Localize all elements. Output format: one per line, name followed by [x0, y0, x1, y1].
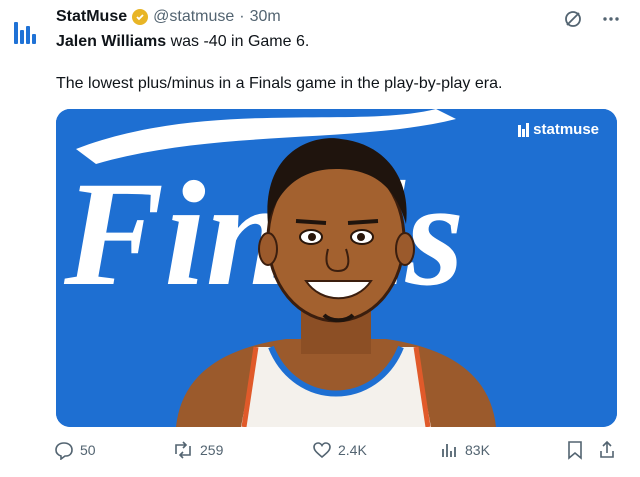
tweet-header: StatMuse @statmuse · 30m: [56, 6, 281, 28]
media-image[interactable]: Finals: [56, 109, 617, 427]
account-name[interactable]: StatMuse: [56, 8, 127, 26]
more-icon[interactable]: [600, 8, 622, 30]
action-bar: 50 259 2.4K 83K: [54, 440, 614, 464]
repost-button[interactable]: 259: [172, 440, 223, 460]
tweet: StatMuse @statmuse · 30m Jalen Williams …: [0, 0, 640, 477]
views-button[interactable]: 83K: [439, 440, 490, 460]
avatar[interactable]: [8, 10, 42, 44]
statmuse-watermark: statmuse: [518, 121, 599, 138]
bookmark-icon: [566, 440, 584, 460]
reply-count: 50: [80, 442, 96, 458]
repost-icon: [172, 440, 194, 460]
repost-count: 259: [200, 442, 224, 458]
top-actions: [562, 8, 622, 30]
account-handle[interactable]: @statmuse: [153, 8, 234, 26]
tweet-text-rest: was -40 in Game 6.: [166, 33, 310, 50]
statmuse-brand-text: statmuse: [533, 121, 599, 138]
share-button[interactable]: [598, 440, 616, 460]
like-button[interactable]: 2.4K: [312, 440, 367, 460]
tweet-text-line1: Jalen Williams was -40 in Game 6.: [56, 33, 309, 51]
tweet-text-line2: The lowest plus/minus in a Finals game i…: [56, 75, 503, 92]
player-name: Jalen Williams: [56, 33, 167, 50]
statmuse-logo-icon: [518, 122, 530, 137]
views-count: 83K: [465, 442, 490, 458]
share-icon: [598, 440, 616, 460]
views-icon: [439, 440, 459, 460]
grok-icon[interactable]: [562, 8, 584, 30]
reply-icon: [54, 440, 74, 460]
bookmark-button[interactable]: [566, 440, 584, 460]
reply-button[interactable]: 50: [54, 440, 96, 460]
like-count: 2.4K: [338, 442, 367, 458]
timestamp[interactable]: 30m: [250, 8, 281, 26]
separator: ·: [239, 8, 245, 25]
verified-badge-icon: [132, 9, 149, 25]
finals-illustration: Finals: [56, 109, 617, 427]
like-icon: [312, 440, 332, 460]
